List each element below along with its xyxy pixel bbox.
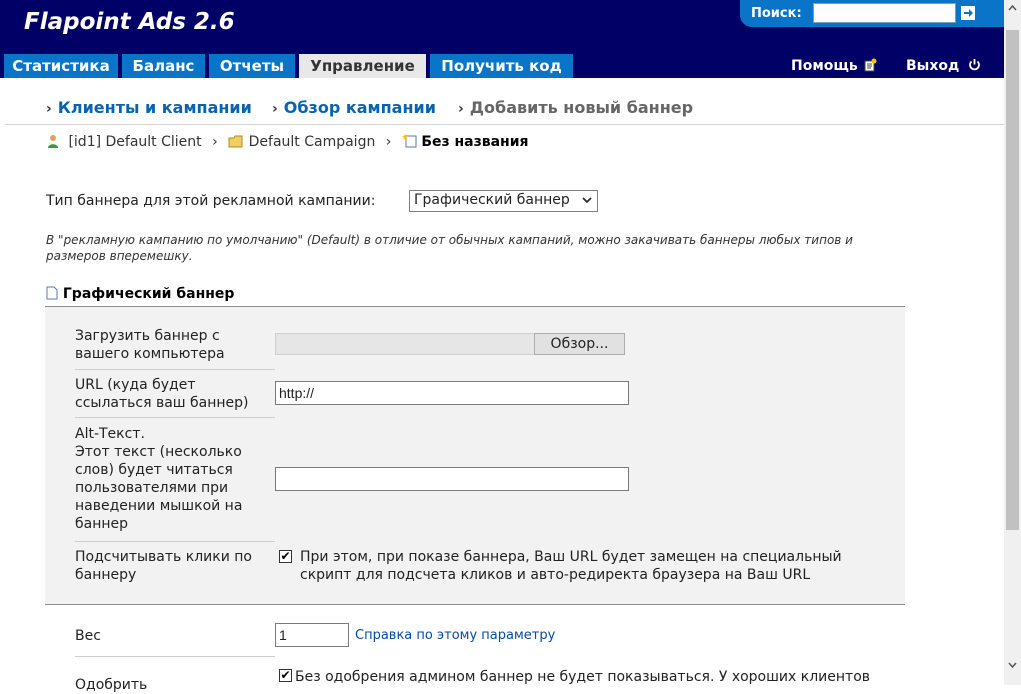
new-banner-icon — [401, 134, 417, 148]
form-panel-divider — [45, 604, 905, 605]
path-separator: › — [385, 134, 392, 150]
alt-title: Alt-Текст. — [75, 426, 145, 442]
tab-reports[interactable]: Отчеты — [209, 54, 295, 78]
url-input[interactable] — [275, 381, 629, 405]
app-title: Flapoint Ads 2.6 — [24, 9, 235, 35]
url-label: URL (куда будет ссылаться ваш баннер) — [75, 377, 249, 411]
nav-current-label: Добавить новый баннер — [469, 98, 694, 117]
approve-description: Без одобрения админом баннер не будет по… — [295, 669, 871, 685]
path-separator: › — [212, 134, 218, 150]
folder-icon — [228, 135, 243, 148]
row-divider — [75, 417, 275, 418]
nav-overview-link[interactable]: Обзор кампании — [284, 98, 436, 117]
nav-arrow-icon: › — [272, 101, 278, 117]
chevron-down-icon — [582, 197, 592, 204]
weight-label: Вес — [75, 628, 101, 644]
row-divider — [75, 369, 275, 370]
path-banner: Без названия — [421, 134, 529, 150]
nav-current: › Добавить новый баннер — [458, 98, 693, 117]
tab-management[interactable]: Управление — [299, 54, 426, 78]
count-clicks-checkbox[interactable]: ✔ — [279, 550, 292, 563]
banner-type-value: Графический баннер — [414, 192, 570, 208]
search-input[interactable] — [813, 3, 956, 23]
scroll-up-arrow-icon[interactable] — [1008, 4, 1017, 13]
upload-label: Загрузить баннер с вашего компьютера — [75, 328, 225, 362]
weight-help-link[interactable]: Справка по этому параметру — [355, 628, 555, 643]
alt-label: Alt-Текст. Этот текст (несколько слов) б… — [75, 425, 270, 533]
help-icon — [864, 58, 877, 72]
info-note: В "рекламную кампанию по умолчанию" (Def… — [46, 233, 853, 263]
exit-label: Выход — [906, 58, 960, 74]
approve-label: Одобрить — [75, 677, 148, 693]
path-campaign[interactable]: Default Campaign — [249, 134, 376, 150]
nav-arrow-icon: › — [46, 101, 52, 117]
browse-button[interactable]: Обзор... — [534, 333, 625, 355]
power-icon — [969, 59, 981, 71]
user-icon — [48, 135, 58, 148]
document-icon — [46, 286, 58, 300]
row-divider — [75, 656, 275, 657]
count-clicks-description: При этом, при показе баннера, Ваш URL бу… — [300, 549, 842, 583]
banner-type-select[interactable]: Графический баннер — [409, 190, 598, 212]
row-divider — [75, 541, 275, 542]
scroll-down-arrow-icon[interactable] — [1008, 660, 1017, 669]
nav-divider — [5, 124, 1004, 125]
tab-statistics[interactable]: Статистика — [4, 54, 118, 78]
section-title-text: Графический баннер — [62, 286, 235, 302]
exit-link[interactable]: Выход — [906, 58, 981, 74]
file-path-field[interactable] — [275, 333, 535, 355]
nav-overview[interactable]: › Обзор кампании — [272, 98, 436, 117]
search-go-icon[interactable] — [961, 6, 975, 20]
tab-get-code[interactable]: Получить код — [430, 54, 573, 78]
alt-description: Этот текст (несколько слов) будет читать… — [75, 444, 243, 532]
nav-clients-link[interactable]: Клиенты и кампании — [58, 98, 252, 117]
nav-arrow-icon: › — [458, 101, 464, 117]
alt-text-input[interactable] — [275, 467, 629, 491]
help-label: Помощь — [791, 58, 858, 74]
help-link[interactable]: Помощь — [791, 58, 877, 74]
search-label: Поиск: — [751, 6, 802, 21]
banner-type-label: Тип баннера для этой рекламной кампании: — [46, 193, 376, 209]
approve-checkbox[interactable]: ✔ — [279, 669, 292, 682]
scrollbar-thumb[interactable] — [1006, 30, 1019, 530]
weight-input[interactable] — [275, 623, 349, 647]
nav-clients[interactable]: › Клиенты и кампании — [46, 98, 252, 117]
path-breadcrumb: [id1] Default Client › Default Campaign … — [46, 133, 529, 150]
count-clicks-label: Подсчитывать клики по баннеру — [75, 549, 252, 583]
path-client[interactable]: [id1] Default Client — [68, 134, 201, 150]
tab-balance[interactable]: Баланс — [122, 54, 205, 78]
section-title: Графический баннер — [46, 286, 234, 302]
